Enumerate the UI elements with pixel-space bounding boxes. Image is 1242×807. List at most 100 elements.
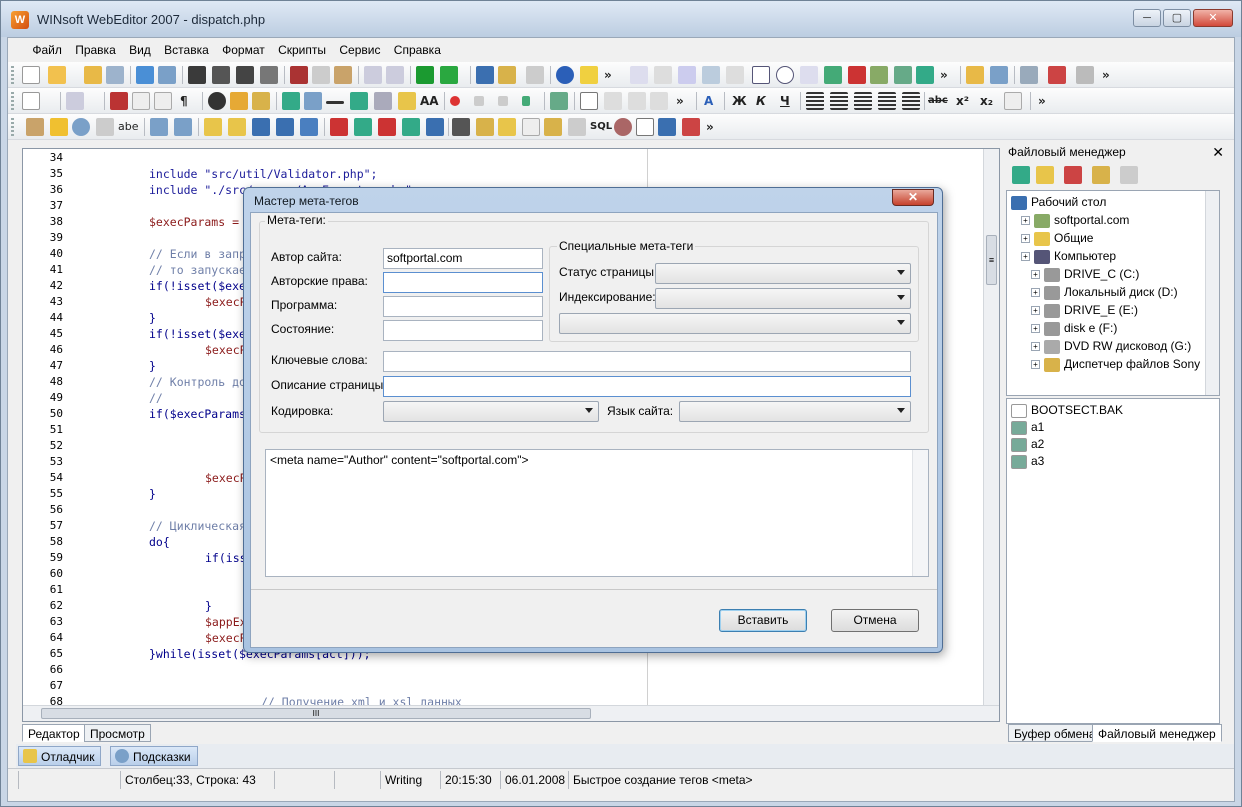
grid-icon[interactable] <box>580 92 598 110</box>
tree-item[interactable]: + Локальный диск (D:) <box>1031 283 1178 301</box>
glasses-icon[interactable] <box>650 92 668 110</box>
head-tag-icon[interactable] <box>228 118 246 136</box>
indexing-select[interactable] <box>655 288 911 309</box>
font-size-icon[interactable]: AA <box>420 92 439 110</box>
abe-icon[interactable]: abe <box>118 118 139 136</box>
menu-format[interactable]: Формат <box>217 38 270 62</box>
tree-item[interactable]: Рабочий стол <box>1011 193 1106 211</box>
tab-clipboard[interactable]: Буфер обмена <box>1008 724 1102 742</box>
file-item[interactable]: a3 <box>1011 452 1044 470</box>
html-tag-icon[interactable] <box>204 118 222 136</box>
replace-icon[interactable] <box>236 66 254 84</box>
copyright-input[interactable] <box>383 272 543 293</box>
author-input[interactable]: softportal.com <box>383 248 543 269</box>
description-input[interactable] <box>383 376 911 397</box>
preview-scrollbar[interactable] <box>912 450 928 576</box>
table-cell-icon[interactable] <box>378 118 396 136</box>
download-icon[interactable] <box>174 118 192 136</box>
wrap-icon[interactable] <box>604 92 622 110</box>
program-input[interactable] <box>383 296 543 317</box>
toolbar-grip[interactable] <box>11 118 14 136</box>
editor-vertical-scrollbar[interactable]: ≡ <box>983 149 999 705</box>
layer-icon[interactable] <box>398 92 416 110</box>
editor-horizontal-scrollbar[interactable]: III <box>23 705 999 721</box>
code-line[interactable]: // Контроль дос <box>149 375 253 389</box>
pen-icon[interactable] <box>110 92 128 110</box>
plugin-icon[interactable] <box>452 118 470 136</box>
file-item[interactable]: a2 <box>1011 435 1044 453</box>
select-icon[interactable] <box>800 66 818 84</box>
publish-icon[interactable] <box>158 66 176 84</box>
goto-icon[interactable] <box>260 66 278 84</box>
coin-icon[interactable] <box>614 118 632 136</box>
title-bar[interactable]: W WINsoft WebEditor 2007 - dispatch.php … <box>1 1 1241 37</box>
notes-icon[interactable] <box>522 118 540 136</box>
tree-item[interactable]: + softportal.com <box>1021 211 1129 229</box>
zoom-icon[interactable] <box>72 118 90 136</box>
code-line[interactable]: } <box>149 311 156 325</box>
italic-button[interactable]: К <box>756 92 766 110</box>
expand-icon[interactable]: + <box>1031 342 1040 352</box>
menu-file[interactable]: Файл <box>27 38 67 62</box>
lightning-icon[interactable] <box>50 118 68 136</box>
table-row-icon[interactable] <box>354 118 372 136</box>
button-icon[interactable] <box>702 66 720 84</box>
tools-icon[interactable] <box>96 118 114 136</box>
table-split-icon[interactable] <box>426 118 444 136</box>
bold-button[interactable]: Ж <box>732 92 747 110</box>
print-icon[interactable] <box>1076 66 1094 84</box>
code-line[interactable]: } <box>149 487 156 501</box>
save-icon[interactable] <box>106 66 124 84</box>
columns-icon[interactable] <box>990 66 1008 84</box>
spellcheck-icon[interactable] <box>66 92 84 110</box>
expand-icon[interactable]: + <box>1031 306 1040 316</box>
code-line[interactable]: do{ <box>149 535 170 549</box>
close-doc-icon[interactable] <box>1048 66 1066 84</box>
file-list[interactable]: BOOTSECT.BAK a1 a2 a3 <box>1006 398 1220 724</box>
minimize-button[interactable]: ─ <box>1133 9 1161 27</box>
copy-icon[interactable] <box>312 66 330 84</box>
menu-help[interactable]: Справка <box>389 38 446 62</box>
toolbar-grip[interactable] <box>11 92 14 110</box>
cancel-button[interactable]: Отмена <box>831 609 919 632</box>
script-icon[interactable] <box>208 92 226 110</box>
menu-service[interactable]: Сервис <box>334 38 385 62</box>
menu-edit[interactable]: Правка <box>70 38 121 62</box>
image-icon[interactable] <box>870 66 888 84</box>
toolbar-more-icon[interactable]: » <box>706 118 714 136</box>
toolbar-more-icon[interactable]: » <box>604 66 612 84</box>
template-icon[interactable] <box>154 92 172 110</box>
table-icon[interactable] <box>894 66 912 84</box>
check-spelling-icon[interactable] <box>476 66 494 84</box>
tree-item[interactable]: + DRIVE_C (C:) <box>1031 265 1139 283</box>
state-input[interactable] <box>383 320 543 341</box>
hidden-field-icon[interactable] <box>726 66 744 84</box>
gallery-icon[interactable] <box>916 66 934 84</box>
radio-icon[interactable] <box>776 66 794 84</box>
table-wizard-icon[interactable] <box>330 118 348 136</box>
list-icon[interactable] <box>374 92 392 110</box>
play-macro-icon[interactable] <box>522 96 530 106</box>
expand-icon[interactable]: + <box>1021 252 1030 262</box>
code-line[interactable]: // Циклическая <box>149 519 246 533</box>
tree-item[interactable]: + Диспетчер файлов Sony <box>1031 355 1200 373</box>
maximize-button[interactable]: ▢ <box>1163 9 1191 27</box>
tree-item[interactable]: + DRIVE_E (E:) <box>1031 301 1138 319</box>
form-icon[interactable] <box>630 66 648 84</box>
file-manager-close-icon[interactable]: ✕ <box>1212 142 1224 162</box>
toolbar-grip[interactable] <box>11 66 14 84</box>
help-icon[interactable] <box>556 66 574 84</box>
tag-wizard-icon[interactable] <box>26 118 44 136</box>
gear-icon[interactable] <box>568 118 586 136</box>
undo-icon[interactable] <box>364 66 382 84</box>
editor-hscroll-thumb[interactable]: III <box>41 708 591 719</box>
copy-file-icon[interactable] <box>1120 166 1138 184</box>
toolbar-more-icon[interactable]: » <box>940 66 948 84</box>
upload-icon[interactable] <box>150 118 168 136</box>
code-line[interactable]: // то запускаем <box>149 263 253 277</box>
dialog-close-button[interactable]: ✕ <box>892 189 934 206</box>
preview-icon[interactable] <box>526 66 544 84</box>
calendar-icon[interactable] <box>636 118 654 136</box>
css-icon[interactable] <box>230 92 248 110</box>
align-right-icon[interactable] <box>830 92 848 110</box>
